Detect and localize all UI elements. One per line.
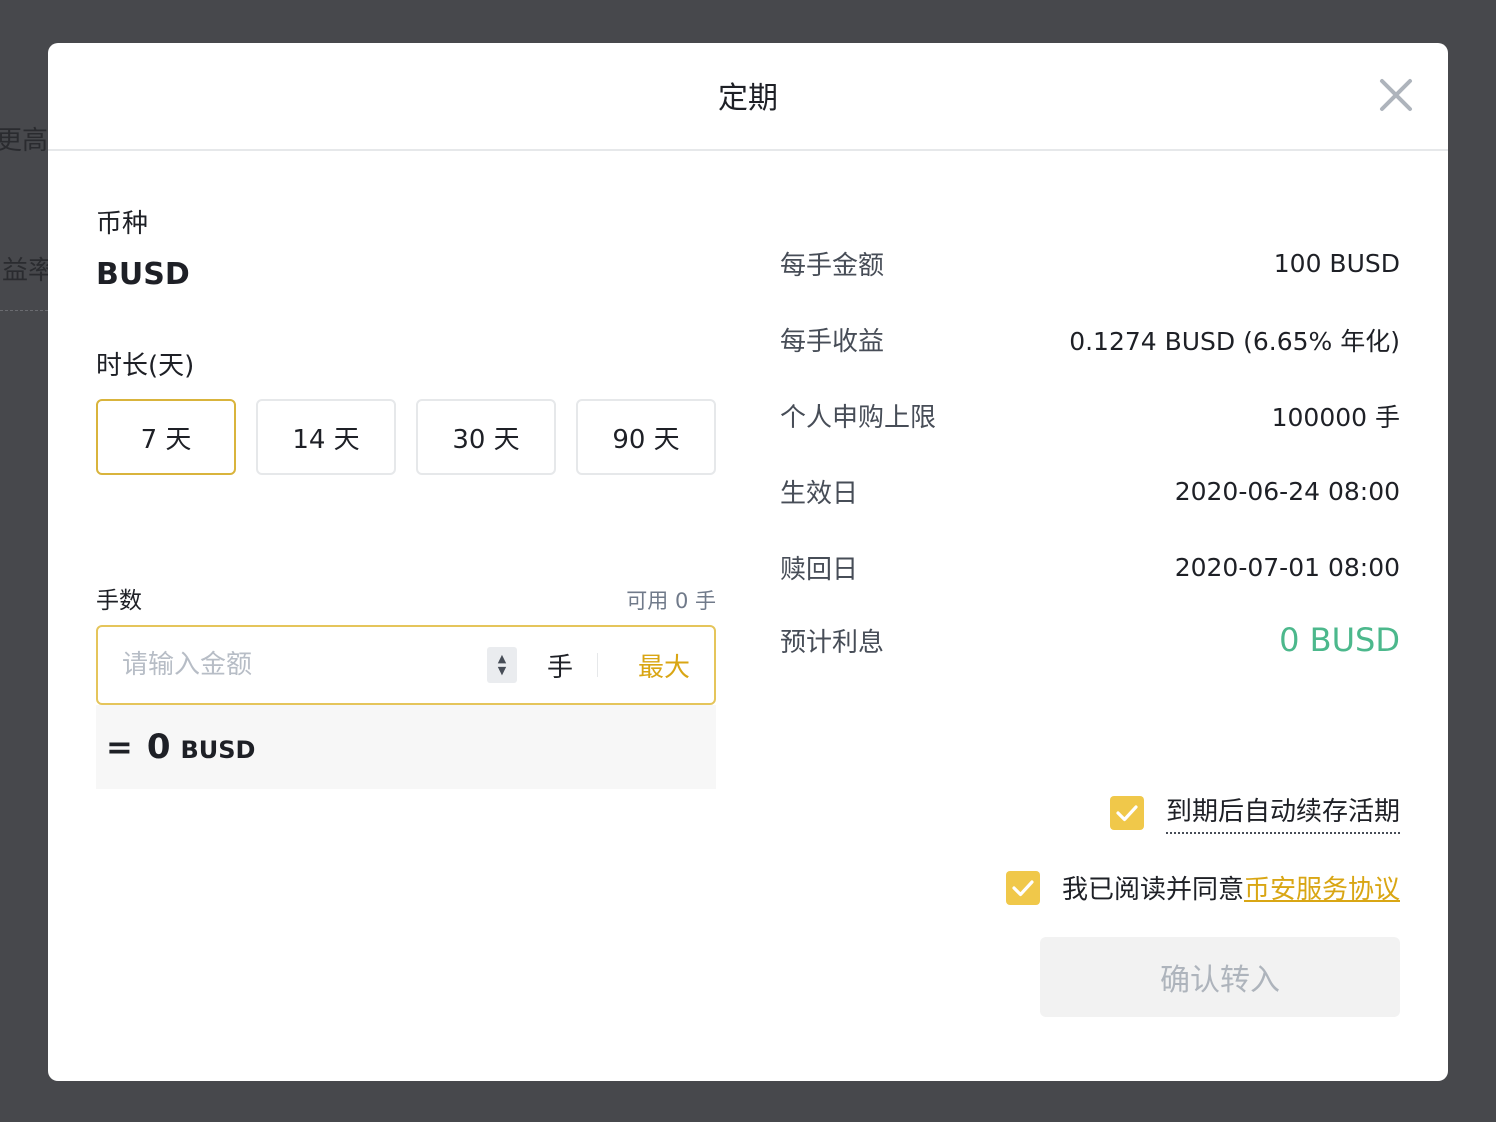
detail-key: 个人申购上限 <box>780 403 937 433</box>
modal-header: 定期 <box>48 43 1448 151</box>
detail-key: 每手收益 <box>780 327 885 357</box>
equivalent-value: 0 <box>146 727 171 767</box>
lots-input-box: ▲ ▼ 手 最大 <box>96 625 716 705</box>
coin-label: 币种 <box>96 209 149 239</box>
background-text-mid: 益率 <box>2 256 55 286</box>
stepper-down-icon[interactable]: ▼ <box>498 665 506 677</box>
detail-row-estimated-interest: 预计利息 0 BUSD <box>780 621 1400 659</box>
lots-input[interactable] <box>98 649 487 681</box>
number-stepper[interactable]: ▲ ▼ <box>486 647 517 683</box>
fixed-term-modal: 定期 币种 BUSD 时长(天) 7 天 14 天 30 天 90 天 手数 可… <box>48 43 1448 1081</box>
equivalent-amount: = 0 BUSD <box>96 705 716 789</box>
detail-value: 0.1274 BUSD (6.65% 年化) <box>1069 326 1400 356</box>
detail-row-personal-limit: 个人申购上限 100000 手 <box>780 397 1400 434</box>
detail-key: 每手金额 <box>780 251 885 281</box>
duration-option-90[interactable]: 90 天 <box>576 399 716 475</box>
duration-option-14[interactable]: 14 天 <box>256 399 396 475</box>
close-button[interactable] <box>1378 77 1414 113</box>
detail-key: 赎回日 <box>780 555 859 585</box>
detail-value: 2020-06-24 08:00 <box>1174 477 1400 506</box>
background-divider <box>0 310 48 311</box>
duration-options: 7 天 14 天 30 天 90 天 <box>96 399 716 475</box>
detail-value: 100000 手 <box>1271 402 1400 432</box>
detail-row-redemption-date: 赎回日 2020-07-01 08:00 <box>780 549 1400 586</box>
checkmark-icon <box>1012 879 1034 896</box>
coin-value: BUSD <box>96 257 190 292</box>
detail-row-yield-per-lot: 每手收益 0.1274 BUSD (6.65% 年化) <box>780 321 1400 358</box>
detail-row-amount-per-lot: 每手金额 100 BUSD <box>780 245 1400 282</box>
confirm-transfer-button[interactable]: 确认转入 <box>1040 937 1400 1017</box>
duration-label: 时长(天) <box>96 351 195 381</box>
terms-checkbox[interactable] <box>1005 870 1040 905</box>
lots-label: 手数 <box>96 588 142 614</box>
estimated-interest-value: 0 BUSD <box>1279 621 1400 659</box>
detail-value: 2020-07-01 08:00 <box>1174 553 1400 582</box>
detail-row-effective-date: 生效日 2020-06-24 08:00 <box>780 473 1400 510</box>
lots-header: 手数 可用 0 手 <box>96 581 716 615</box>
auto-renew-label[interactable]: 到期后自动续存活期 <box>1165 791 1400 834</box>
lots-unit: 手 <box>546 652 573 683</box>
detail-key: 生效日 <box>780 479 859 509</box>
duration-option-7[interactable]: 7 天 <box>96 399 236 475</box>
service-agreement-link[interactable]: 币安服务协议 <box>1244 869 1400 906</box>
available-lots: 可用 0 手 <box>626 589 716 613</box>
equivalent-currency: BUSD <box>180 736 256 764</box>
background-text-top: 更高 <box>0 126 49 156</box>
input-divider <box>596 653 598 677</box>
detail-value: 100 BUSD <box>1273 249 1400 278</box>
auto-renew-checkbox[interactable] <box>1109 795 1144 830</box>
checkmark-icon <box>1116 804 1138 821</box>
detail-key: 预计利息 <box>780 627 885 658</box>
equals-sign: = <box>106 728 133 766</box>
duration-option-30[interactable]: 30 天 <box>416 399 556 475</box>
max-button[interactable]: 最大 <box>638 647 690 684</box>
terms-agreement: 我已阅读并同意 币安服务协议 <box>1005 869 1400 906</box>
terms-label: 我已阅读并同意 <box>1061 875 1244 905</box>
close-icon <box>1380 79 1412 111</box>
modal-title: 定期 <box>718 81 778 116</box>
auto-renew-option: 到期后自动续存活期 <box>1109 791 1400 834</box>
